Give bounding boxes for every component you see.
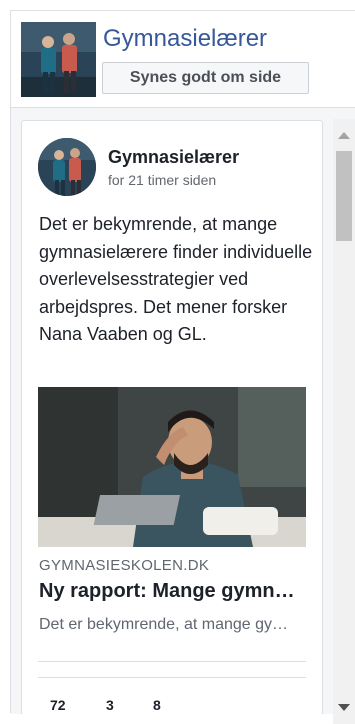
- link-title[interactable]: Ny rapport: Mange gymnasielærere har ind…: [39, 580, 301, 603]
- page-name-link[interactable]: Gymnasielærer: [103, 25, 267, 53]
- scroll-down-arrow-icon[interactable]: [338, 704, 350, 711]
- author-avatar[interactable]: [38, 138, 96, 196]
- link-description: Det er bekymrende, at mange gymnasielære…: [39, 616, 301, 633]
- scrollbar-thumb[interactable]: [336, 151, 352, 241]
- reaction-count[interactable]: 72: [50, 697, 66, 713]
- cover-photo-image: [21, 22, 96, 97]
- link-preview-image[interactable]: [38, 387, 306, 547]
- share-count[interactable]: 8: [153, 697, 161, 713]
- avatar-image: [38, 138, 96, 196]
- link-preview[interactable]: GYMNASIESKOLEN.DK Ny rapport: Mange gymn…: [38, 547, 306, 649]
- vertical-scrollbar[interactable]: [333, 119, 355, 724]
- divider: [38, 677, 306, 678]
- page-header: Gymnasielærer Synes godt om side: [11, 11, 355, 108]
- page-cover-photo[interactable]: [21, 22, 96, 97]
- facebook-page-plugin: Gymnasielærer Synes godt om side Gymnasi…: [10, 10, 355, 724]
- divider: [38, 661, 306, 662]
- stressed-man-photo: [38, 387, 306, 547]
- comment-count[interactable]: 3: [106, 697, 114, 713]
- like-page-button[interactable]: Synes godt om side: [102, 62, 309, 94]
- post-stats: 72 3 8: [38, 697, 306, 714]
- post-text: Det er bekymrende, at mange gymnasielære…: [39, 214, 313, 344]
- post-author[interactable]: Gymnasielærer: [108, 147, 239, 168]
- scroll-up-arrow-icon[interactable]: [338, 132, 350, 139]
- link-domain: GYMNASIESKOLEN.DK: [39, 557, 210, 574]
- timeline-feed: Gymnasielærer for 21 timer siden Det er …: [11, 108, 355, 714]
- post-timestamp[interactable]: for 21 timer siden: [108, 172, 216, 188]
- post-card: Gymnasielærer for 21 timer siden Det er …: [21, 120, 323, 714]
